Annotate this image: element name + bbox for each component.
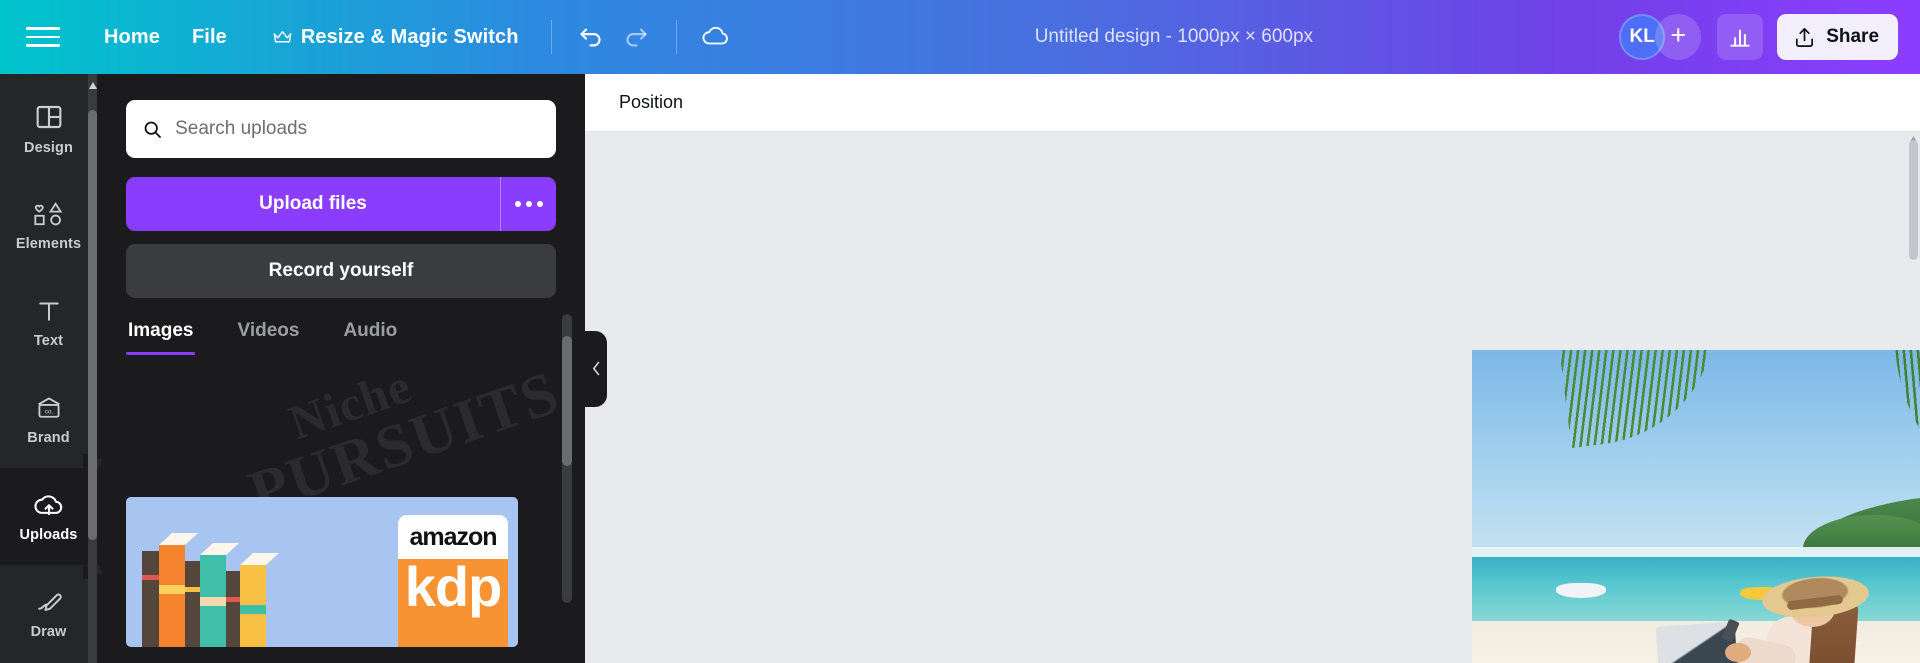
editor-body: Design Elements Text co. Brand Uploads D… <box>0 74 1920 663</box>
tab-images[interactable]: Images <box>125 320 196 355</box>
books-illustration <box>142 533 279 647</box>
cloud-saved-icon[interactable] <box>693 14 739 60</box>
canvas-scroll-thumb[interactable] <box>1909 140 1918 260</box>
selected-image-element[interactable] <box>1472 350 1920 663</box>
tab-audio[interactable]: Audio <box>343 320 397 355</box>
crown-icon <box>273 30 292 43</box>
pencil-icon <box>37 593 62 611</box>
amazon-kdp-logo-card: amazon kdp <box>398 515 508 647</box>
uploads-tabs: Images Videos Audio <box>125 320 556 355</box>
search-input[interactable] <box>175 118 540 140</box>
brand-card-icon: co. <box>37 397 60 418</box>
position-button[interactable]: Position <box>607 85 695 120</box>
sidebar-item-text[interactable]: Text <box>0 274 97 371</box>
share-label: Share <box>1826 26 1880 47</box>
cloud-upload-icon <box>33 495 62 516</box>
search-uploads-field[interactable] <box>126 100 556 158</box>
search-icon <box>144 121 161 138</box>
redo-icon[interactable] <box>614 14 660 60</box>
sidebar-item-draw[interactable]: Draw <box>0 565 97 662</box>
bar-chart-icon[interactable] <box>1717 14 1764 60</box>
nav-home[interactable]: Home <box>88 17 176 58</box>
ellipsis-icon[interactable] <box>500 177 556 231</box>
add-collaborator-button[interactable]: + <box>1655 14 1702 60</box>
sidebar-item-uploads[interactable]: Uploads <box>0 454 97 579</box>
uploads-scrollbar[interactable] <box>562 314 572 603</box>
photo-woman-with-laptop <box>1641 537 1920 663</box>
left-rail: Design Elements Text co. Brand Uploads D… <box>0 74 97 663</box>
sidebar-label-brand: Brand <box>27 430 70 446</box>
sidebar-label-design: Design <box>24 140 73 156</box>
nav-resize-label: Resize & Magic Switch <box>300 25 519 48</box>
upload-files-button[interactable]: Upload files <box>126 177 500 231</box>
canvas-area[interactable] <box>585 132 1920 663</box>
sidebar-label-uploads: Uploads <box>19 527 78 543</box>
sidebar-label-draw: Draw <box>30 624 67 640</box>
editor-area: Position <box>585 74 1920 663</box>
shapes-icon <box>33 202 62 226</box>
layout-icon <box>36 105 61 129</box>
uploads-grid: Niche PURSUITS amazon kdp <box>97 355 585 663</box>
nav-resize-magic-switch[interactable]: Resize & Magic Switch <box>257 17 535 58</box>
top-toolbar: Home File Resize & Magic Switch Untitled… <box>0 0 1920 74</box>
context-toolbar: Position <box>585 74 1920 132</box>
scroll-up-arrow-icon[interactable] <box>88 74 97 96</box>
sidebar-item-elements[interactable]: Elements <box>0 177 97 274</box>
canva-editor-window: Home File Resize & Magic Switch Untitled… <box>0 0 1920 663</box>
document-title[interactable]: Untitled design - 1000px × 600px <box>1023 26 1325 48</box>
chevron-left-icon <box>592 361 599 376</box>
upload-arrow-icon <box>1796 27 1814 47</box>
watermark-line-1: Niche <box>282 357 418 451</box>
sidebar-label-elements: Elements <box>15 236 82 252</box>
kdp-logo: kdp <box>398 559 508 647</box>
kdp-text: kdp <box>404 555 503 618</box>
sidebar-label-text: Text <box>33 333 64 349</box>
hamburger-icon[interactable] <box>26 24 60 50</box>
share-button[interactable]: Share <box>1777 14 1899 60</box>
upload-button-group: Upload files <box>126 177 556 231</box>
canvas-scrollbar[interactable] <box>1907 132 1920 663</box>
sidebar-item-design[interactable]: Design <box>0 80 97 177</box>
record-yourself-button[interactable]: Record yourself <box>126 244 556 298</box>
uploads-panel: Upload files Record yourself Images Vide… <box>97 74 585 663</box>
uploads-scroll-thumb[interactable] <box>562 336 572 466</box>
toolbar-divider <box>550 20 552 54</box>
rail-scrollbar[interactable] <box>88 74 97 663</box>
text-t-icon <box>38 302 59 321</box>
undo-icon[interactable] <box>568 14 614 60</box>
rail-scroll-thumb[interactable] <box>88 110 97 540</box>
tab-videos[interactable]: Videos <box>237 320 299 355</box>
svg-text:co.: co. <box>44 408 53 415</box>
amazon-text: amazon <box>409 522 497 551</box>
upload-thumbnail-amazon-kdp[interactable]: amazon kdp <box>126 497 518 647</box>
amazon-logo: amazon <box>398 515 508 559</box>
photo-boat-1 <box>1556 583 1606 599</box>
toolbar-divider-2 <box>675 20 677 54</box>
nav-file[interactable]: File <box>176 17 243 58</box>
collapse-panel-handle[interactable] <box>585 330 607 407</box>
